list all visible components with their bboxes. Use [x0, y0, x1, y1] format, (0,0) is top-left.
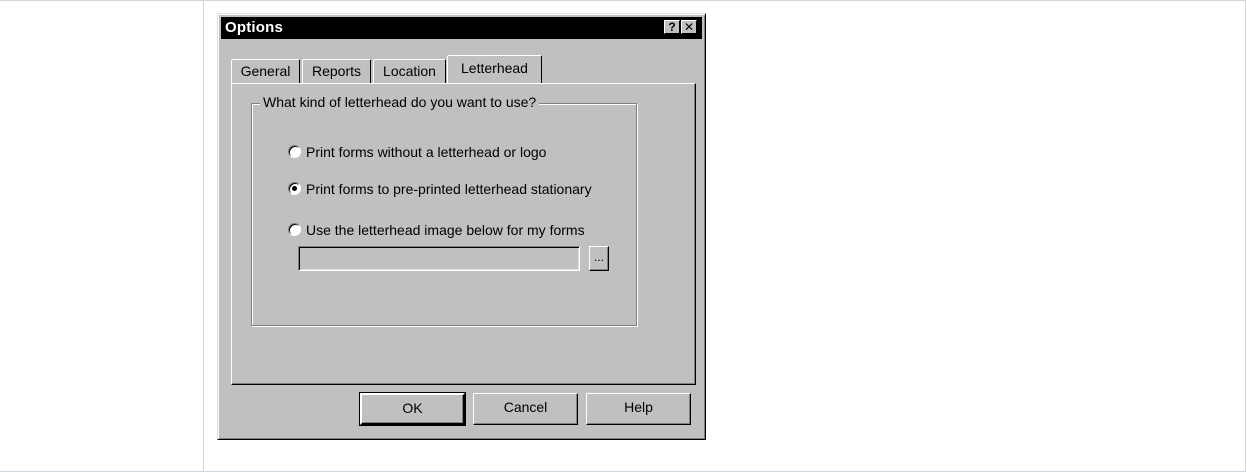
radio-label: Use the letterhead image below for my fo…: [306, 222, 585, 238]
radio-selected-dot: [292, 186, 297, 191]
letterhead-groupbox: What kind of letterhead do you want to u…: [251, 94, 637, 326]
radio-button-selected[interactable]: [288, 182, 301, 195]
tab-location[interactable]: Location: [373, 59, 446, 83]
radio-label: Print forms without a letterhead or logo: [306, 144, 547, 160]
options-dialog: Options ? ✕ General Reports Location Let…: [217, 13, 706, 440]
help-caption-button[interactable]: ?: [664, 20, 680, 34]
help-button[interactable]: Help: [586, 393, 691, 425]
letterhead-tab-panel: What kind of letterhead do you want to u…: [231, 83, 696, 385]
close-icon[interactable]: ✕: [681, 20, 697, 34]
radio-label: Print forms to pre-printed letterhead st…: [306, 181, 592, 197]
letterhead-image-path-field[interactable]: [298, 246, 580, 271]
groupbox-label: What kind of letterhead do you want to u…: [260, 94, 540, 110]
cancel-button[interactable]: Cancel: [473, 393, 578, 425]
radio-button[interactable]: [288, 223, 301, 236]
dialog-title: Options: [225, 19, 284, 36]
tab-reports[interactable]: Reports: [302, 59, 371, 83]
tab-letterhead[interactable]: Letterhead: [447, 55, 542, 83]
title-bar[interactable]: Options ? ✕: [221, 17, 702, 39]
tab-general[interactable]: General: [231, 59, 300, 83]
radio-button[interactable]: [288, 145, 301, 158]
ok-button[interactable]: OK: [359, 392, 466, 426]
table-column-divider: [203, 1, 204, 471]
browse-button[interactable]: ...: [589, 246, 609, 271]
